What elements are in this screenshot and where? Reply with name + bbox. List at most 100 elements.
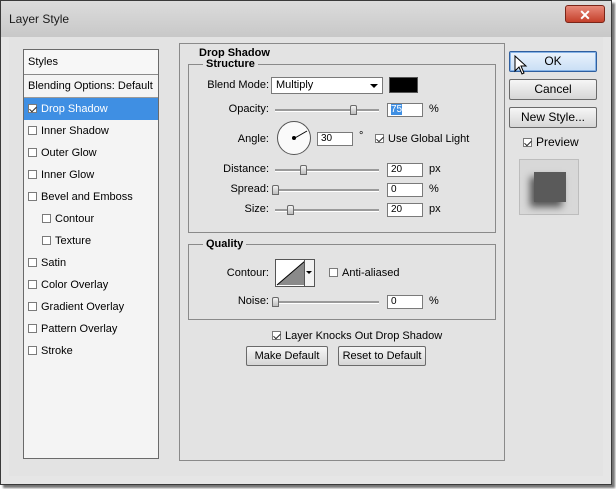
sidebar-item-gradient-overlay[interactable]: Gradient Overlay: [24, 296, 158, 318]
distance-input[interactable]: 20: [387, 163, 423, 177]
sidebar-item-checkbox[interactable]: [28, 148, 37, 157]
quality-group: Quality Contour: Anti-aliased Noise: 0 %: [188, 238, 496, 320]
spread-thumb[interactable]: [272, 185, 279, 195]
opacity-thumb[interactable]: [350, 105, 357, 115]
preview-label: Preview: [536, 135, 579, 149]
spread-track: [275, 189, 379, 192]
sidebar-item-label: Bevel and Emboss: [41, 191, 133, 203]
mouse-pointer-icon: [514, 55, 528, 75]
close-icon[interactable]: ✕: [565, 5, 605, 23]
preview-checkbox[interactable]: Preview: [523, 135, 579, 149]
sidebar-item-checkbox[interactable]: [28, 258, 37, 267]
styles-items: Blending Options: Default Drop Shadow Inne…: [24, 75, 158, 362]
contour-picker[interactable]: [275, 259, 315, 287]
sidebar-item-label: Texture: [55, 235, 92, 247]
sidebar-item-checkbox[interactable]: [42, 236, 51, 245]
anti-aliased-label: Anti-aliased: [342, 267, 400, 279]
blend-mode-select[interactable]: Multiply: [271, 77, 383, 94]
angle-unit: °: [359, 130, 364, 142]
sidebar-item-outer-glow[interactable]: Outer Glow: [24, 142, 158, 164]
contour-dropdown[interactable]: [304, 260, 314, 286]
distance-slider[interactable]: [275, 165, 379, 175]
new-style-button[interactable]: New Style...: [509, 107, 597, 128]
title-bar[interactable]: Layer Style ✕: [1, 1, 611, 37]
noise-unit: %: [429, 295, 439, 307]
sidebar-item-checkbox[interactable]: [28, 280, 37, 289]
sidebar-item-checkbox[interactable]: [28, 192, 37, 201]
sidebar-item-checkbox[interactable]: [28, 346, 37, 355]
use-global-light-check[interactable]: [375, 134, 384, 143]
sidebar-item-label: Color Overlay: [41, 279, 109, 291]
sidebar-item-checkbox[interactable]: [28, 170, 37, 179]
blend-mode-value: Multiply: [276, 79, 314, 91]
blend-mode-label: Blend Mode:: [207, 79, 269, 91]
angle-dial[interactable]: [277, 121, 311, 155]
reset-to-default-button[interactable]: Reset to Default: [338, 346, 426, 366]
angle-value: 30: [321, 133, 333, 144]
noise-label: Noise:: [237, 295, 269, 307]
make-default-button[interactable]: Make Default: [246, 346, 328, 366]
sidebar-item-bevel-and-emboss[interactable]: Bevel and Emboss: [24, 186, 158, 208]
layer-style-dialog: Layer Style ✕ Styles Blending Options: D…: [0, 0, 612, 485]
opacity-track: [275, 109, 379, 112]
sidebar-item-drop-shadow[interactable]: Drop Shadow: [24, 98, 158, 120]
size-slider[interactable]: [275, 205, 379, 215]
sidebar-item-label: Outer Glow: [41, 147, 97, 159]
distance-unit: px: [429, 163, 441, 175]
sidebar-item-checkbox[interactable]: [28, 324, 37, 333]
sidebar-item-pattern-overlay[interactable]: Pattern Overlay: [24, 318, 158, 340]
sidebar-item-color-overlay[interactable]: Color Overlay: [24, 274, 158, 296]
dialog-client: Styles Blending Options: Default Drop Sha…: [9, 37, 603, 476]
sidebar-item-satin[interactable]: Satin: [24, 252, 158, 274]
layer-knocks-out-check[interactable]: [272, 331, 281, 340]
shadow-color-swatch[interactable]: [389, 77, 418, 93]
layer-knocks-out-checkbox[interactable]: Layer Knocks Out Drop Shadow: [272, 330, 442, 342]
structure-title: Structure: [203, 58, 258, 70]
styles-header[interactable]: Styles: [24, 50, 158, 75]
sidebar-item-texture[interactable]: Texture: [24, 230, 158, 252]
use-global-light-checkbox[interactable]: Use Global Light: [375, 133, 469, 145]
preview-swatch: [534, 172, 566, 202]
sidebar-item-checkbox[interactable]: [28, 302, 37, 311]
size-input[interactable]: 20: [387, 203, 423, 217]
drop-shadow-panel: Drop Shadow Structure Blend Mode: Multip…: [179, 43, 505, 461]
spread-value: 0: [391, 184, 397, 195]
sidebar-item-label: Drop Shadow: [41, 103, 108, 115]
use-global-light-label: Use Global Light: [388, 133, 470, 145]
spread-slider[interactable]: [272, 185, 379, 195]
sidebar-item-label: Gradient Overlay: [41, 301, 125, 313]
opacity-input[interactable]: 75: [387, 103, 423, 117]
anti-aliased-check[interactable]: [329, 268, 338, 277]
size-thumb[interactable]: [286, 205, 294, 215]
sidebar-item-checkbox[interactable]: [42, 214, 51, 223]
distance-thumb[interactable]: [300, 165, 308, 175]
sidebar-item-inner-shadow[interactable]: Inner Shadow: [24, 120, 158, 142]
noise-thumb[interactable]: [272, 297, 279, 307]
quality-title: Quality: [203, 238, 247, 250]
sidebar-item-label: Inner Glow: [41, 169, 95, 181]
sidebar-item-checkbox[interactable]: [28, 126, 37, 135]
sidebar-item-blending-options-default[interactable]: Blending Options: Default: [24, 75, 158, 98]
sidebar-item-contour[interactable]: Contour: [24, 208, 158, 230]
opacity-label: Opacity:: [228, 103, 269, 115]
spread-label: Spread:: [230, 183, 269, 195]
preview-check[interactable]: [523, 138, 532, 147]
structure-group: Structure Blend Mode: Multiply Opacity: …: [188, 58, 496, 233]
sidebar-item-label: Blending Options: Default: [28, 80, 153, 92]
noise-input[interactable]: 0: [387, 295, 423, 309]
sidebar-item-checkbox[interactable]: [28, 104, 37, 113]
sidebar-item-label: Stroke: [41, 345, 73, 357]
angle-input[interactable]: 30: [317, 132, 353, 146]
distance-label: Distance:: [223, 163, 269, 175]
opacity-slider[interactable]: [275, 105, 379, 115]
noise-slider[interactable]: [272, 297, 379, 307]
contour-label: Contour:: [226, 267, 269, 279]
distance-track: [275, 169, 379, 172]
sidebar-item-inner-glow[interactable]: Inner Glow: [24, 164, 158, 186]
sidebar-item-stroke[interactable]: Stroke: [24, 340, 158, 362]
cancel-button[interactable]: Cancel: [509, 79, 597, 100]
spread-unit: %: [429, 183, 439, 195]
anti-aliased-checkbox[interactable]: Anti-aliased: [329, 267, 399, 279]
spread-input[interactable]: 0: [387, 183, 423, 197]
size-unit: px: [429, 203, 441, 215]
